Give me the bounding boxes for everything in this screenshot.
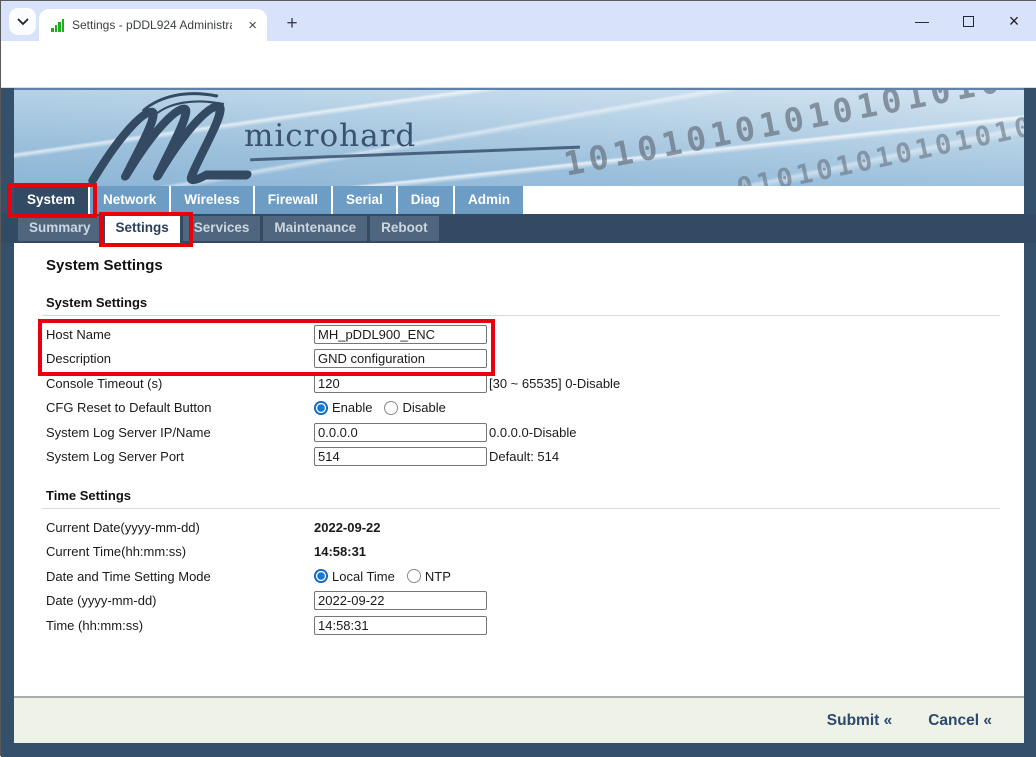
console-timeout-row: Console Timeout (s) [30 ~ 65535] 0-Disab…: [14, 371, 1024, 396]
current-date-value: 2022-09-22: [314, 519, 381, 535]
subtab-maintenance[interactable]: Maintenance: [263, 216, 368, 241]
host-name-input[interactable]: [314, 324, 487, 344]
submit-button[interactable]: Submit «: [827, 712, 892, 730]
description-input[interactable]: [314, 349, 487, 369]
subtab-reboot[interactable]: Reboot: [370, 216, 439, 241]
time-label: Time (hh:mm:ss): [46, 617, 144, 633]
system-settings-section-title: System Settings: [46, 295, 148, 310]
nav-tab-diag[interactable]: Diag: [397, 186, 454, 214]
syslog-server-hint: 0.0.0.0-Disable: [489, 424, 577, 440]
local-time-radio[interactable]: [314, 569, 328, 584]
maximize-button[interactable]: [945, 1, 991, 41]
time-input[interactable]: [314, 615, 487, 635]
current-time-value: 14:58:31: [314, 544, 367, 560]
nav-tab-system[interactable]: System: [14, 186, 89, 214]
ntp-radio[interactable]: [406, 569, 421, 584]
current-time-row: Current Time(hh:mm:ss) 14:58:31: [14, 540, 1024, 565]
datetime-mode-row: Date and Time Setting Mode Local Time NT…: [14, 564, 1024, 589]
cfg-reset-enable-radio[interactable]: [314, 400, 328, 415]
description-row: Description: [14, 347, 1024, 372]
section-divider: [42, 508, 1000, 509]
cfg-reset-disable-radio[interactable]: [384, 400, 399, 415]
section-divider: [42, 315, 1000, 316]
browser-tabstrip: Settings - pDDL924 Administrat × + — ×: [1, 1, 1036, 41]
tab-title: Settings - pDDL924 Administrat: [72, 18, 232, 32]
syslog-port-label: System Log Server Port: [46, 449, 184, 465]
maximize-icon: [962, 15, 974, 27]
syslog-server-label: System Log Server IP/Name: [46, 424, 211, 440]
console-timeout-label: Console Timeout (s): [46, 375, 163, 391]
nav-tab-firewall[interactable]: Firewall: [254, 186, 331, 214]
date-label: Date (yyyy-mm-dd): [46, 593, 157, 609]
tab-search-button[interactable]: [9, 8, 36, 35]
minimize-button[interactable]: —: [899, 1, 945, 41]
system-settings-rows: Host Name Description Console Timeout (s…: [14, 322, 1024, 469]
page-body: 1010101010101010101 010101010101010 micr…: [1, 88, 1036, 757]
current-date-row: Current Date(yyyy-mm-dd) 2022-09-22: [14, 515, 1024, 540]
cfg-reset-label: CFG Reset to Default Button: [46, 400, 212, 416]
cancel-button[interactable]: Cancel «: [928, 712, 992, 730]
subtab-settings[interactable]: Settings: [104, 216, 180, 243]
site-header: 1010101010101010101 010101010101010 micr…: [14, 88, 1024, 186]
page-title: System Settings: [46, 257, 163, 274]
description-label: Description: [46, 351, 112, 367]
logo-wordmark: microhard: [244, 118, 417, 154]
current-date-label: Current Date(yyyy-mm-dd): [46, 519, 200, 535]
window-close-button[interactable]: ×: [991, 1, 1036, 41]
time-settings-section-title: Time Settings: [46, 488, 132, 503]
nav-tab-serial[interactable]: Serial: [333, 186, 396, 214]
subtab-services[interactable]: Services: [182, 216, 261, 241]
tab-close-icon[interactable]: ×: [246, 18, 259, 33]
browser-toolbar: ← → ↻ ⚠ Not secure 192.168.8.4/cgi-bin/w…: [1, 41, 1036, 122]
signal-bars-favicon-icon: [51, 18, 65, 32]
time-settings-rows: Current Date(yyyy-mm-dd) 2022-09-22 Curr…: [14, 515, 1024, 638]
current-time-label: Current Time(hh:mm:ss): [46, 544, 187, 560]
cfg-reset-enable-label: Enable: [332, 400, 373, 416]
syslog-port-row: System Log Server Port Default: 514: [14, 445, 1024, 470]
local-time-label: Local Time: [332, 568, 395, 584]
console-timeout-input[interactable]: [314, 373, 487, 393]
main-nav: System Network Wireless Firewall Serial …: [14, 186, 1024, 214]
time-row: Time (hh:mm:ss): [14, 613, 1024, 638]
chevron-down-icon: [17, 18, 28, 25]
new-tab-button[interactable]: +: [279, 11, 305, 37]
date-input[interactable]: [314, 591, 487, 611]
syslog-server-row: System Log Server IP/Name 0.0.0.0-Disabl…: [14, 420, 1024, 445]
syslog-port-input[interactable]: [314, 447, 487, 467]
browser-tab[interactable]: Settings - pDDL924 Administrat ×: [39, 9, 267, 41]
sub-nav: Summary Settings Services Maintenance Re…: [1, 214, 1036, 243]
syslog-server-input[interactable]: [314, 422, 487, 442]
cfg-reset-disable-label: Disable: [402, 400, 446, 416]
datetime-mode-label: Date and Time Setting Mode: [46, 568, 211, 584]
nav-tab-wireless[interactable]: Wireless: [171, 186, 253, 214]
syslog-port-hint: Default: 514: [489, 449, 560, 465]
date-row: Date (yyyy-mm-dd): [14, 589, 1024, 614]
host-name-label: Host Name: [46, 326, 112, 342]
subtab-summary[interactable]: Summary: [18, 216, 102, 241]
cfg-reset-row: CFG Reset to Default Button Enable Disab…: [14, 396, 1024, 421]
action-bar: Submit « Cancel «: [14, 696, 1024, 743]
ntp-label: NTP: [424, 568, 451, 584]
console-timeout-hint: [30 ~ 65535] 0-Disable: [489, 375, 621, 391]
host-name-row: Host Name: [14, 322, 1024, 347]
nav-tab-admin[interactable]: Admin: [455, 186, 524, 214]
nav-tab-network[interactable]: Network: [90, 186, 170, 214]
content-area: System Settings System Settings Host Nam…: [14, 243, 1024, 696]
window-controls: — ×: [899, 1, 1036, 41]
